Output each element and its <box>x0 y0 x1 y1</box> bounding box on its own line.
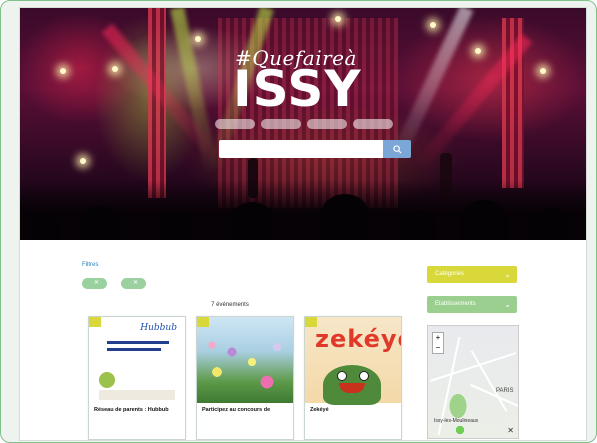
categories-dropdown[interactable]: Catégories ⌄ <box>427 266 517 283</box>
image-graphic <box>99 372 115 388</box>
map-widget[interactable]: + − PARIS Issy-les-Moulineaux ✕ <box>427 325 519 439</box>
stage-light <box>112 66 118 72</box>
close-icon[interactable]: ✕ <box>94 278 99 289</box>
hero-chip[interactable] <box>215 119 255 129</box>
hero-banner: #Quefaireà ISSY <box>20 8 586 240</box>
event-title: Réseau de parents : Hubbub <box>94 407 169 413</box>
category-badge <box>89 317 101 327</box>
crowd-head <box>320 194 370 240</box>
website: #Quefaireà ISSY Filtres ✕ ✕ 7 événements… <box>19 7 587 441</box>
crowd-head <box>400 210 436 240</box>
hero-city-title: ISSY <box>233 60 362 118</box>
zekeye-logo: zekéyé <box>315 325 401 353</box>
close-icon[interactable]: ✕ <box>507 426 514 435</box>
image-text-line <box>107 341 169 344</box>
event-image <box>197 317 293 403</box>
crowd-head <box>80 206 120 240</box>
crowd-head <box>460 200 508 240</box>
zoom-in-button[interactable]: + <box>433 333 443 343</box>
map-issy-label: Issy-les-Moulineaux <box>434 418 479 424</box>
event-card[interactable]: zekéyé Zekéyé <box>304 316 402 440</box>
hero-chip-row <box>215 119 393 129</box>
stage-light <box>60 68 66 74</box>
screenshot-frame: #Quefaireà ISSY Filtres ✕ ✕ 7 événements… <box>0 0 597 443</box>
image-text-line <box>107 348 161 351</box>
character-eye <box>359 371 369 381</box>
hero-chip[interactable] <box>307 119 347 129</box>
crowd-head <box>230 202 274 240</box>
event-card-list: Hubbub Réseau de parents : Hubbub Partic… <box>88 316 402 440</box>
hero-chip[interactable] <box>353 119 393 129</box>
stage-light <box>335 16 341 22</box>
close-icon[interactable]: ✕ <box>133 278 138 289</box>
crowd-head <box>530 208 570 240</box>
event-image: zekéyé <box>305 317 401 405</box>
stage-light <box>540 68 546 74</box>
crowd-head <box>160 212 194 240</box>
search-button[interactable] <box>383 140 411 158</box>
event-title: Zekéyé <box>310 407 329 413</box>
zoom-out-button[interactable]: − <box>433 343 443 353</box>
event-card[interactable]: Participez au concours de <box>196 316 294 440</box>
map-city-label: PARIS <box>496 388 514 394</box>
image-bar <box>99 390 175 400</box>
stage-light <box>430 22 436 28</box>
category-badge <box>305 317 317 327</box>
establishments-dropdown[interactable]: Etablissements ⌄ <box>427 296 517 313</box>
crowd-head <box>30 214 60 240</box>
filters-label: Filtres <box>82 262 99 268</box>
character-eye <box>337 371 347 381</box>
search-icon <box>392 144 402 154</box>
stage-light <box>80 158 86 164</box>
content-area: Filtres ✕ ✕ 7 événements Hubbub Réseau d… <box>20 240 586 440</box>
filter-chip[interactable]: ✕ <box>82 278 108 289</box>
active-filters: ✕ ✕ <box>82 278 147 289</box>
map-road <box>470 350 508 412</box>
event-title: Participez au concours de <box>202 407 271 413</box>
event-card[interactable]: Hubbub Réseau de parents : Hubbub <box>88 316 186 440</box>
stage-light <box>475 48 481 54</box>
categories-label: Catégories <box>435 271 465 277</box>
establishments-label: Etablissements <box>435 301 476 307</box>
category-badge <box>197 317 209 327</box>
crowd-silhouette <box>20 180 586 240</box>
stage-light <box>195 36 201 42</box>
hubbub-logo: Hubbub <box>140 323 177 333</box>
chevron-down-icon: ⌄ <box>504 270 511 279</box>
results-count: 7 événements <box>211 302 249 308</box>
map-zoom-control[interactable]: + − <box>432 332 444 354</box>
filter-chip[interactable]: ✕ <box>121 278 147 289</box>
hero-chip[interactable] <box>261 119 301 129</box>
search-input[interactable] <box>219 140 383 158</box>
chevron-down-icon: ⌄ <box>504 300 511 309</box>
event-image: Hubbub <box>89 317 185 403</box>
